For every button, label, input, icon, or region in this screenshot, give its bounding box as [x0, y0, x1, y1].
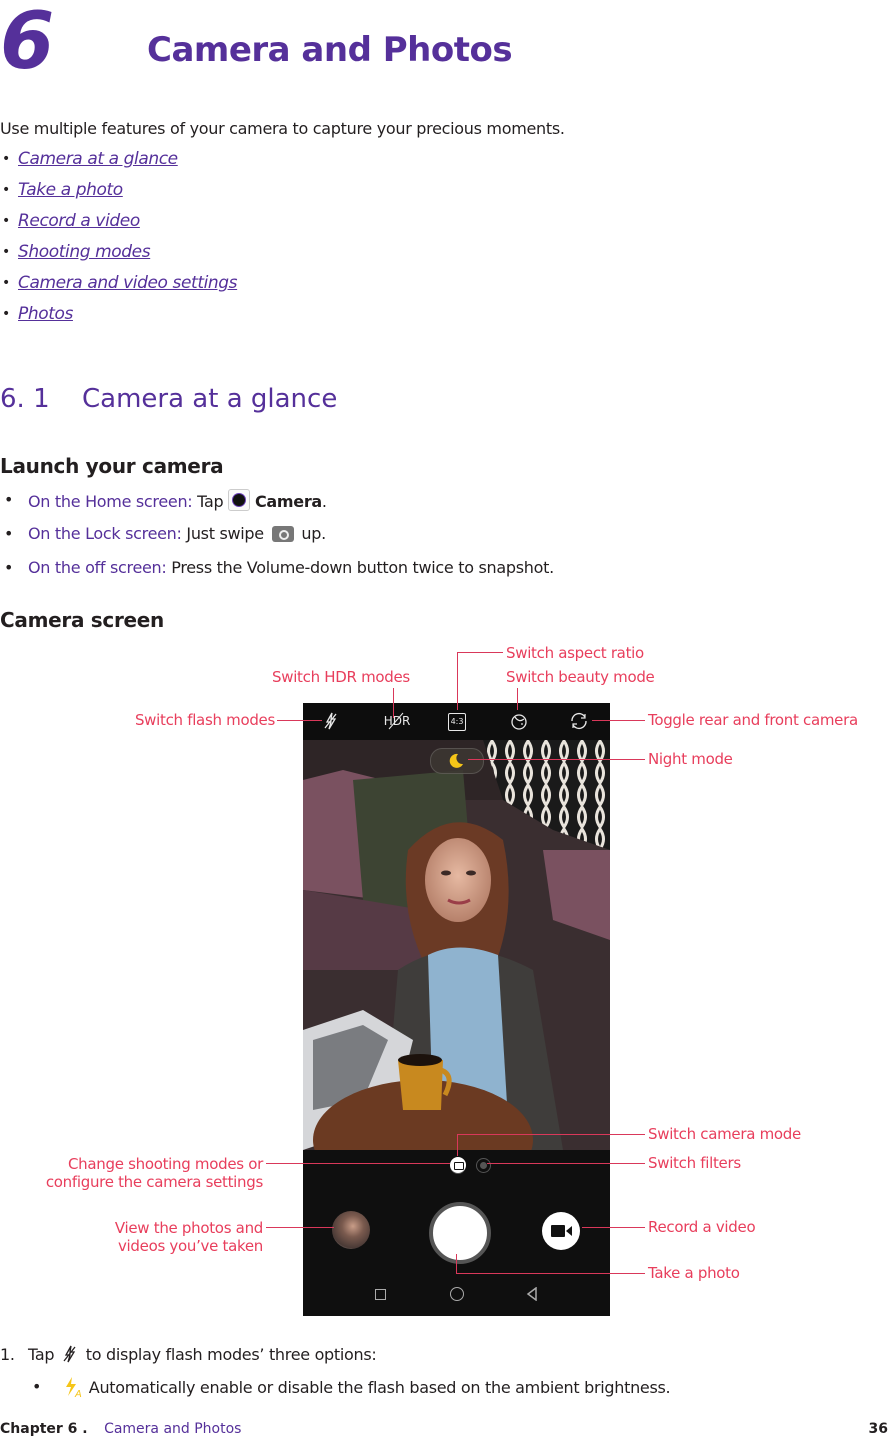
launch-lead: On the Home screen: [28, 492, 193, 511]
toc-link-record-a-video[interactable]: Record a video [18, 210, 140, 232]
flash-auto-icon: A [66, 1377, 82, 1400]
page-number: 36 [868, 1421, 888, 1437]
bullet: • [2, 275, 11, 291]
callout-filters: Switch filters [648, 1154, 741, 1172]
callout-hdr: Switch HDR modes [272, 668, 410, 686]
camera-screenshot: HDR 4:3 [303, 703, 610, 1316]
callout-line [592, 720, 645, 721]
bullet: • [4, 490, 14, 509]
callout-line [456, 1273, 645, 1274]
toc-link-photos[interactable]: Photos [18, 303, 73, 325]
filters-icon[interactable] [476, 1158, 491, 1173]
bullet: • [2, 182, 11, 198]
callout-take: Take a photo [648, 1264, 740, 1282]
callout-toggle: Toggle rear and front camera [648, 711, 858, 729]
hdr-off-icon[interactable]: HDR [381, 711, 413, 731]
back-nav-icon[interactable] [526, 1287, 538, 1301]
ratio-label: 4:3 [450, 717, 464, 726]
video-camera-icon [551, 1225, 572, 1237]
bullet: • [32, 1377, 42, 1396]
bullet: • [2, 213, 11, 229]
footer-chapter-label: Chapter 6 . [0, 1421, 88, 1437]
section-title: Camera at a glance [82, 384, 338, 414]
callout-line [266, 1227, 334, 1228]
step-text: Tap [28, 1345, 55, 1364]
footer-chapter-title: Camera and Photos [104, 1421, 242, 1437]
chapter-intro: Use multiple features of your camera to … [0, 119, 565, 138]
toc-link-camera-at-a-glance[interactable]: Camera at a glance [18, 148, 178, 170]
callout-line [457, 652, 458, 710]
camera-app-icon [228, 489, 251, 511]
section-number: 6. 1 [0, 384, 50, 414]
gallery-thumbnail[interactable] [332, 1211, 370, 1249]
callout-line [582, 1227, 645, 1228]
flash-auto-description: Automatically enable or disable the flas… [88, 1378, 671, 1397]
flash-off-icon [63, 1345, 76, 1363]
beauty-mode-icon[interactable] [509, 711, 529, 731]
launch-text: Just swipe [181, 524, 269, 543]
viewfinder-photo [303, 740, 610, 1150]
night-mode-button[interactable] [430, 748, 484, 774]
launch-heading: Launch your camera [0, 454, 224, 478]
callout-shooting-1: Change shooting modes or [68, 1155, 263, 1173]
callout-night: Night mode [648, 750, 733, 768]
camera-app-name: Camera [254, 492, 322, 511]
launch-lead: On the Lock screen: [28, 524, 182, 543]
callout-line [393, 688, 394, 718]
toc-link-shooting-modes[interactable]: Shooting modes [18, 241, 151, 263]
launch-lead: On the off screen: [28, 558, 167, 577]
toc-link-camera-video-settings[interactable]: Camera and video settings [18, 272, 238, 294]
camera-screen-heading: Camera screen [0, 608, 164, 632]
callout-gallery-2: videos you’ve taken [117, 1237, 263, 1255]
callout-line [277, 720, 322, 721]
bullet: • [2, 306, 11, 322]
section-heading: 6. 1 Camera at a glance [0, 382, 337, 416]
step-text: to display flash modes’ three options: [85, 1345, 377, 1364]
step-number: 1. [0, 1345, 15, 1364]
aspect-ratio-icon[interactable]: 4:3 [448, 713, 466, 731]
callout-beauty: Switch beauty mode [506, 668, 655, 686]
toc-link-take-a-photo[interactable]: Take a photo [18, 179, 123, 201]
callout-aspect: Switch aspect ratio [506, 644, 644, 662]
bullet: • [2, 151, 11, 167]
callout-line [468, 759, 645, 760]
home-nav-icon[interactable] [450, 1287, 464, 1301]
bullet: • [4, 558, 14, 577]
switch-camera-icon[interactable] [568, 711, 590, 731]
step-1: 1. Tap to display flash modes’ three opti… [0, 1344, 377, 1366]
launch-text: Tap [192, 492, 229, 511]
camera-shortcut-icon [271, 526, 294, 542]
viewfinder-preview[interactable] [303, 740, 610, 1150]
callout-line [517, 688, 518, 710]
chapter-number: 6 [0, 0, 54, 87]
moon-icon [449, 753, 463, 768]
callout-camera-mode: Switch camera mode [648, 1125, 801, 1143]
launch-text: Press the Volume-down button twice to sn… [166, 558, 554, 577]
record-video-button[interactable] [542, 1212, 580, 1250]
bullet: • [2, 244, 11, 260]
callout-line [456, 1254, 457, 1274]
bullet: • [4, 524, 14, 543]
callout-line [457, 652, 503, 653]
svg-text:A: A [74, 1389, 82, 1398]
callout-shooting-2: configure the camera settings [45, 1173, 263, 1191]
callout-line [457, 1134, 645, 1135]
callout-record: Record a video [648, 1218, 756, 1236]
launch-text: up. [296, 524, 326, 543]
callout-flash: Switch flash modes [134, 711, 275, 729]
chapter-title: Camera and Photos [147, 30, 513, 70]
shutter-button[interactable] [429, 1202, 491, 1264]
camera-bottom-bar [303, 1150, 610, 1316]
flash-off-icon[interactable] [321, 711, 341, 731]
recents-nav-icon[interactable] [375, 1289, 386, 1300]
callout-line [487, 1163, 645, 1164]
callout-line [266, 1163, 450, 1164]
callout-gallery-1: View the photos and [114, 1219, 263, 1237]
launch-text: . [321, 492, 327, 511]
callout-line [457, 1134, 458, 1156]
page-footer: Chapter 6 . Camera and Photos [0, 1419, 241, 1439]
